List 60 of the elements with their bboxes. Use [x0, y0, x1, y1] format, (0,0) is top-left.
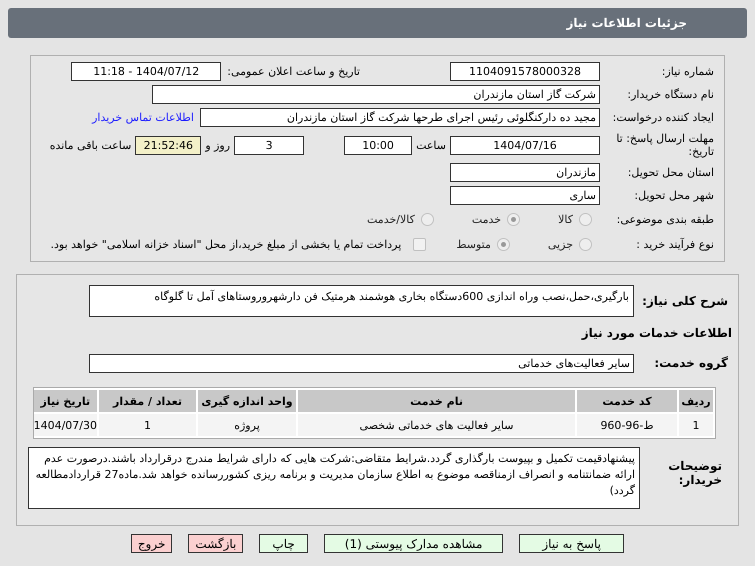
option-label: کالا	[558, 213, 573, 226]
action-button[interactable]: چاپ	[259, 534, 308, 553]
column-header: واحد اندازه گیری	[198, 390, 296, 412]
radio-button[interactable]	[579, 213, 592, 226]
table-cell: 1	[99, 414, 196, 436]
field-label: ایجاد کننده درخواست:	[612, 111, 715, 124]
radio-button[interactable]	[496, 238, 510, 251]
table-cell: سایر فعالیت های خدماتی شخصی	[298, 414, 575, 436]
radio-button[interactable]	[579, 238, 592, 251]
table-cell: ط-96-960	[577, 414, 677, 436]
remaining-label: ساعت باقی مانده	[50, 138, 132, 152]
action-button[interactable]: خروج	[130, 534, 172, 553]
field-label: تاریخ و ساعت اعلان عمومی:	[227, 65, 360, 78]
city-field: ساری	[450, 186, 600, 205]
action-button[interactable]: بازگشت	[188, 534, 244, 553]
days-label: روز و	[205, 138, 230, 152]
deadline-time-field: 10:00	[344, 136, 412, 154]
buyer-org-field: شرکت گاز استان مازندران	[152, 85, 600, 104]
option-label: کالا/خدمت	[367, 213, 415, 226]
field-label: استان محل تحویل:	[626, 166, 715, 179]
deadline-date-field: 1404/07/16	[450, 136, 600, 154]
section-heading: اطلاعات خدمات مورد نیاز	[582, 326, 732, 340]
table-cell: 1	[679, 414, 713, 436]
buyer-contact-link[interactable]: اطلاعات تماس خریدار	[92, 111, 194, 124]
announce-date-field: 1404/07/12 - 11:18	[71, 62, 222, 81]
option-label: خدمت	[472, 213, 502, 226]
province-field: مازندران	[450, 163, 600, 182]
table-cell: 1404/07/30	[34, 414, 97, 436]
field-label: شهر محل تحویل:	[633, 189, 715, 202]
table-cell: پروژه	[198, 414, 296, 436]
field-label: شماره نیاز:	[660, 65, 715, 78]
option-label: متوسط	[456, 238, 491, 251]
column-header: تاریخ نیاز	[34, 390, 97, 412]
field-label: گروه خدمت:	[653, 356, 729, 370]
action-button[interactable]: پاسخ به نیاز	[519, 534, 624, 553]
time-label: ساعت	[416, 138, 446, 152]
option-label: جزیی	[548, 238, 573, 251]
checkbox[interactable]	[413, 238, 426, 251]
summary-field: بارگیری،حمل،نصب وراه اندازی 600دستگاه بخاری هوشمند هرمتیک فن دارشهروروستاهای آمل تا گلوگاه	[89, 285, 634, 317]
service-group-field: سایر فعالیت‌های خدماتی	[89, 354, 634, 372]
action-button[interactable]: مشاهده مدارک پیوستی (1)	[324, 534, 504, 553]
field-label: نام دستگاه خریدار:	[626, 88, 715, 101]
days-field: 3	[234, 136, 304, 154]
creator-field: مجید ده دارکنگلوئی رئیس اجرای طرحها شرکت گاز استان مازندران	[200, 108, 600, 127]
field-label: نوع فرآیند خرید :	[635, 238, 715, 251]
field-label: طبقه بندی موضوعی:	[616, 213, 715, 226]
column-header: ردیف	[679, 390, 713, 412]
radio-button[interactable]	[507, 213, 520, 226]
column-header: تعداد / مقدار	[99, 390, 196, 412]
treasury-label: پرداخت تمام یا بخشی از مبلغ خرید،از محل "اسناد خزانه اسلامی" خواهد بود.	[50, 238, 402, 251]
page-title: جزئیات اطلاعات نیاز	[8, 8, 747, 38]
remaining-time-field: 21:52:46	[135, 136, 202, 154]
field-label: مهلت ارسال پاسخ: تا تاریخ:	[615, 132, 715, 158]
buyer-notes-field: پیشنهادقیمت تکمیل و بپیوست بارگذاری گردد.شرایط متقاضی:شرکت هایی که دارای شرایط مندرج درقرارداد باشند.درصورت عدم ارائه ضمانتنامه و انصراف ازمناقصه موضوع به اطلاع سازمان مدیریت و برنامه ریزی کشوررسانده خواهد شد.ماده27 قراردادمطالعه گردد)	[28, 447, 640, 509]
field-label: توضیحات خریدار:	[667, 458, 723, 487]
column-header: کد خدمت	[577, 390, 677, 412]
column-header: نام خدمت	[298, 390, 575, 412]
radio-button[interactable]	[420, 213, 434, 226]
field-label: شرح کلی نیاز:	[641, 294, 729, 308]
need-number-field: 1104091578000328	[450, 62, 600, 81]
